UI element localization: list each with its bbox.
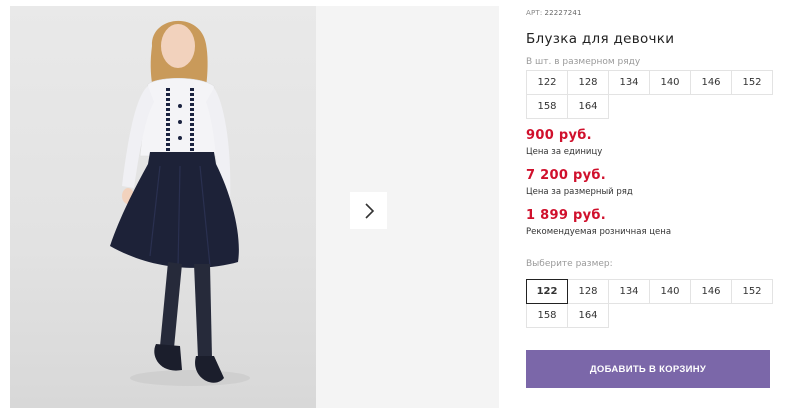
size-row-cell: 152 [731, 70, 773, 95]
size-row-price-note: Цена за размерный ряд [526, 187, 633, 197]
size-row-cell: 134 [608, 70, 650, 95]
next-image-button[interactable] [350, 192, 387, 229]
size-option[interactable]: 158 [526, 303, 568, 328]
product-panel: АРТ: 22227241 Блузка для девочки В шт. в … [526, 0, 786, 408]
article-number: АРТ: 22227241 [526, 9, 582, 17]
size-row-cell: 140 [649, 70, 691, 95]
size-row-cell: 128 [567, 70, 609, 95]
article-value: 22227241 [544, 9, 582, 17]
article-label: АРТ: [526, 9, 543, 17]
unit-price-note: Цена за единицу [526, 147, 603, 157]
unit-price: 900 руб. [526, 128, 592, 143]
size-option-selected[interactable]: 122 [526, 279, 568, 304]
retail-price: 1 899 руб. [526, 208, 607, 223]
size-option[interactable]: 134 [608, 279, 650, 304]
size-row-cell: 146 [690, 70, 732, 95]
size-option[interactable]: 152 [731, 279, 773, 304]
size-option[interactable]: 146 [690, 279, 732, 304]
size-row-price: 7 200 руб. [526, 168, 607, 183]
add-to-cart-button[interactable]: ДОБАВИТЬ В КОРЗИНУ [526, 350, 770, 388]
size-selector: 122 128 134 140 146 152 158 164 [526, 279, 773, 328]
size-row-label: В шт. в размерном ряду [526, 57, 641, 67]
girl-in-school-uniform-image [110, 20, 250, 386]
choose-size-label: Выберите размер: [526, 259, 613, 269]
size-row-cell: 158 [526, 94, 568, 119]
size-row-cell: 122 [526, 70, 568, 95]
size-option[interactable]: 128 [567, 279, 609, 304]
retail-price-note: Рекомендуемая розничная цена [526, 227, 672, 237]
size-option[interactable]: 164 [567, 303, 609, 328]
size-row-cell: 164 [567, 94, 609, 119]
product-photo[interactable] [10, 6, 316, 408]
gallery-side-pane [316, 6, 499, 408]
size-row-grid: 122 128 134 140 146 152 158 164 [526, 70, 773, 119]
chevron-right-icon [364, 202, 374, 219]
size-option[interactable]: 140 [649, 279, 691, 304]
product-gallery [10, 6, 499, 408]
product-title: Блузка для девочки [526, 31, 675, 47]
